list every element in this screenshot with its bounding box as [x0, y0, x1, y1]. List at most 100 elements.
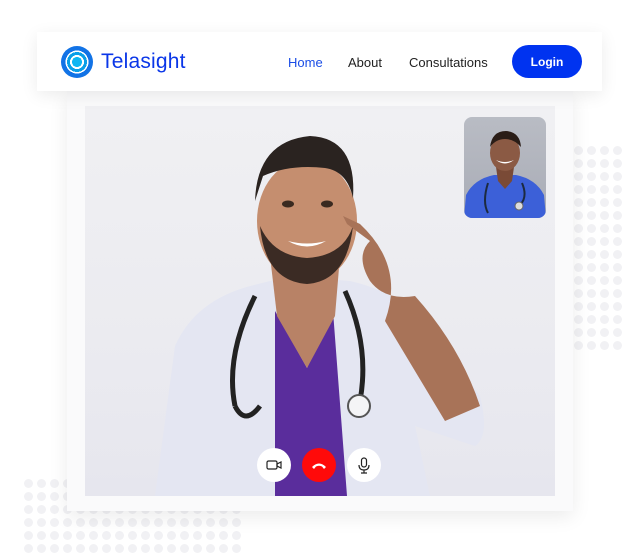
- decorative-dot: [574, 276, 583, 285]
- decorative-dot: [115, 518, 124, 527]
- camera-toggle-button[interactable]: [257, 448, 291, 482]
- decorative-dot: [613, 211, 622, 220]
- navbar: Telasight Home About Consultations Login: [37, 32, 602, 91]
- decorative-dot: [50, 492, 59, 501]
- decorative-dot: [76, 518, 85, 527]
- decorative-dot: [167, 544, 176, 553]
- decorative-dot: [587, 289, 596, 298]
- decorative-dot: [115, 544, 124, 553]
- decorative-dot: [232, 531, 241, 540]
- decorative-dot: [587, 146, 596, 155]
- decorative-dot: [193, 544, 202, 553]
- decorative-dot: [587, 198, 596, 207]
- decorative-dot: [154, 531, 163, 540]
- decorative-dot: [587, 211, 596, 220]
- decorative-dot: [574, 211, 583, 220]
- decorative-dot: [574, 315, 583, 324]
- nav-link-consultations[interactable]: Consultations: [409, 55, 488, 70]
- decorative-dot: [574, 146, 583, 155]
- decorative-dot: [193, 518, 202, 527]
- decorative-dot: [600, 237, 609, 246]
- decorative-dot: [600, 289, 609, 298]
- brand-name: Telasight: [101, 50, 186, 73]
- decorative-dot: [76, 544, 85, 553]
- decorative-dot: [587, 172, 596, 181]
- decorative-dot: [37, 531, 46, 540]
- decorative-dot: [600, 302, 609, 311]
- concentric-circle-logo-icon: [61, 46, 93, 78]
- decorative-dot: [600, 146, 609, 155]
- decorative-dot: [574, 224, 583, 233]
- decorative-dot: [613, 159, 622, 168]
- decorative-dot: [600, 250, 609, 259]
- decorative-dot: [206, 544, 215, 553]
- decorative-dot: [600, 328, 609, 337]
- decorative-dot: [50, 544, 59, 553]
- decorative-dot: [613, 263, 622, 272]
- decorative-dot: [193, 531, 202, 540]
- nav-link-home[interactable]: Home: [288, 55, 323, 70]
- decorative-dot: [24, 505, 33, 514]
- decorative-dot: [63, 518, 72, 527]
- login-button[interactable]: Login: [512, 45, 582, 78]
- decorative-dot: [24, 492, 33, 501]
- decorative-dot: [128, 531, 137, 540]
- decorative-dot: [574, 328, 583, 337]
- decorative-dot: [37, 505, 46, 514]
- decorative-dot: [613, 341, 622, 350]
- decorative-dot: [37, 492, 46, 501]
- decorative-dot: [115, 531, 124, 540]
- decorative-dot: [613, 289, 622, 298]
- decorative-dot: [219, 544, 228, 553]
- decorative-dot: [50, 479, 59, 488]
- decorative-dot: [600, 211, 609, 220]
- decorative-dot: [600, 276, 609, 285]
- decorative-dot: [574, 185, 583, 194]
- decorative-dot: [587, 341, 596, 350]
- decorative-dot: [574, 159, 583, 168]
- decorative-dot: [574, 341, 583, 350]
- decorative-dot: [219, 518, 228, 527]
- decorative-dot: [141, 544, 150, 553]
- decorative-dot: [574, 172, 583, 181]
- decorative-dot: [141, 518, 150, 527]
- nav-link-about[interactable]: About: [348, 55, 382, 70]
- decorative-dot: [167, 531, 176, 540]
- phone-hangup-icon: [312, 463, 326, 469]
- brand-logo[interactable]: Telasight: [61, 46, 186, 78]
- decorative-dot: [613, 328, 622, 337]
- decorative-dot: [574, 250, 583, 259]
- decorative-dot: [600, 341, 609, 350]
- decorative-dot: [613, 315, 622, 324]
- decorative-dot: [613, 146, 622, 155]
- decorative-dot: [180, 518, 189, 527]
- decorative-dot: [574, 198, 583, 207]
- decorative-dot: [37, 544, 46, 553]
- microphone-toggle-button[interactable]: [347, 448, 381, 482]
- decorative-dot: [219, 531, 228, 540]
- self-view-video[interactable]: [464, 117, 546, 218]
- decorative-dot: [600, 263, 609, 272]
- decorative-dot: [141, 531, 150, 540]
- decorative-dot: [24, 479, 33, 488]
- decorative-dot: [24, 531, 33, 540]
- decorative-dot: [232, 544, 241, 553]
- decorative-dot: [206, 531, 215, 540]
- decorative-dot: [613, 276, 622, 285]
- decorative-dot: [613, 237, 622, 246]
- decorative-dot: [600, 198, 609, 207]
- decorative-dot: [600, 224, 609, 233]
- decorative-dot: [76, 531, 85, 540]
- end-call-button[interactable]: [302, 448, 336, 482]
- self-view-feed: [464, 131, 546, 218]
- decorative-dot: [574, 263, 583, 272]
- decorative-dot: [154, 518, 163, 527]
- decorative-dot: [600, 315, 609, 324]
- decorative-dot: [587, 263, 596, 272]
- decorative-dot: [613, 172, 622, 181]
- decorative-dot: [102, 518, 111, 527]
- decorative-dot: [587, 315, 596, 324]
- decorative-dot: [102, 531, 111, 540]
- decorative-dot: [232, 518, 241, 527]
- decorative-dot: [587, 250, 596, 259]
